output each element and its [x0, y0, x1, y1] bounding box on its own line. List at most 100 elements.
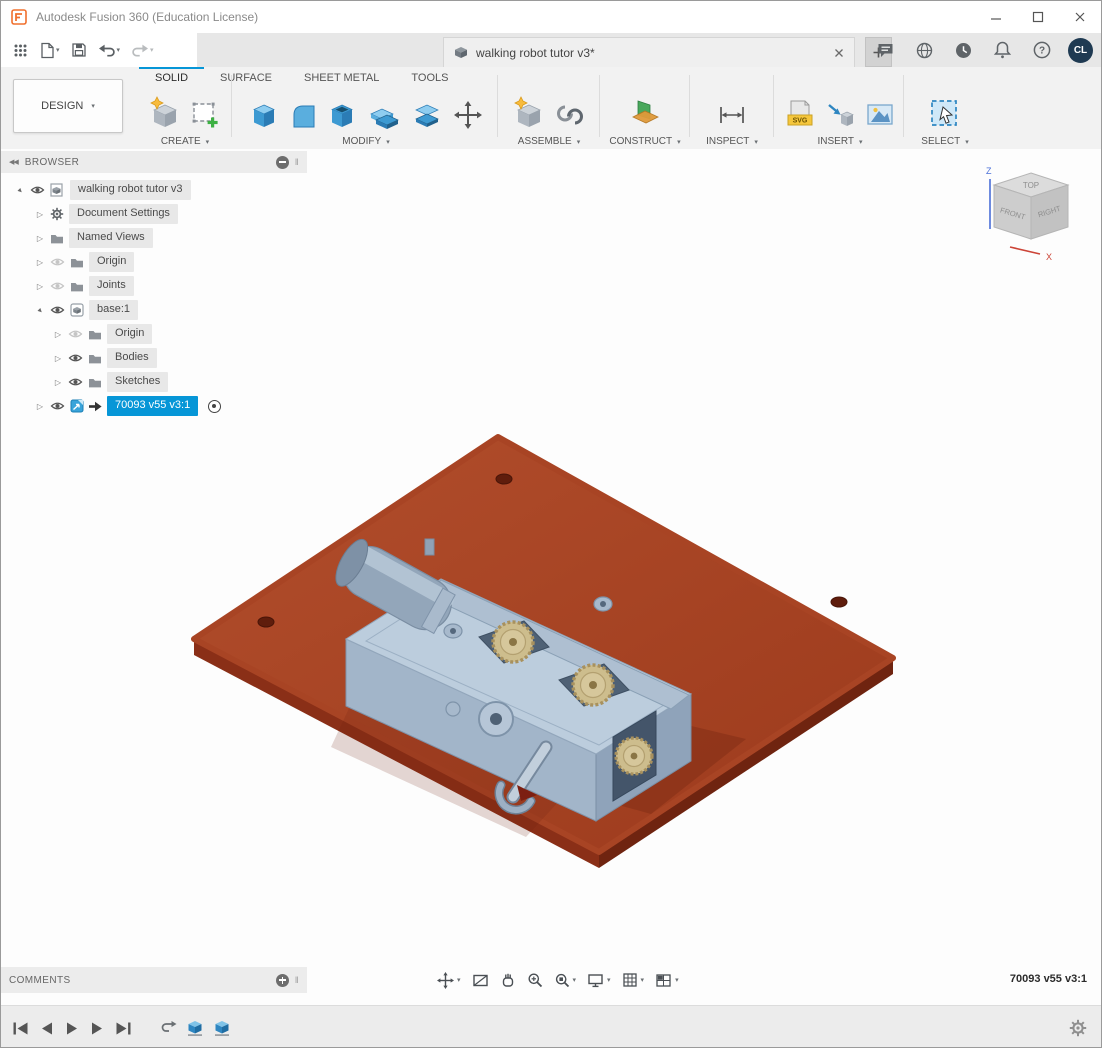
step-forward-button[interactable]	[91, 1022, 103, 1035]
minimize-panel-icon[interactable]	[276, 156, 289, 169]
user-avatar[interactable]: CL	[1068, 38, 1093, 63]
tab-tools[interactable]: TOOLS	[395, 67, 464, 85]
grid-snaps-button[interactable]: ▾	[618, 972, 649, 988]
notifications-button[interactable]	[989, 37, 1016, 63]
shell-button[interactable]	[324, 99, 360, 131]
expand-node-icon[interactable]: ▷	[53, 378, 63, 387]
play-button[interactable]	[66, 1022, 78, 1035]
tree-item-label[interactable]: Named Views	[69, 228, 153, 247]
comments-bar[interactable]: COMMENTS ‖	[1, 967, 307, 993]
expand-node-icon[interactable]: ▷	[53, 330, 63, 339]
close-tab-button[interactable]	[834, 48, 844, 58]
measure-button[interactable]	[713, 99, 751, 131]
timeline-feature-component[interactable]	[213, 1019, 231, 1037]
expand-node-icon[interactable]: ▷	[35, 210, 45, 219]
tree-item-bodies[interactable]: ▷ Bodies	[1, 346, 307, 370]
tree-item-joints[interactable]: ▷ Joints	[1, 274, 307, 298]
group-construct-label[interactable]: CONSTRUCT	[609, 136, 672, 147]
group-inspect-label[interactable]: INSPECT	[706, 136, 749, 147]
visibility-eye-icon[interactable]	[30, 185, 45, 195]
collapse-node-icon[interactable]: ▾	[13, 183, 26, 196]
fit-button[interactable]: ▾	[550, 972, 581, 988]
orbit-button[interactable]: ▾	[433, 972, 465, 989]
ground-indicator-icon[interactable]	[208, 400, 221, 413]
visibility-eye-icon[interactable]	[50, 401, 65, 411]
tree-item-label-selected[interactable]: 70093 v55 v3:1	[107, 396, 198, 415]
press-pull-button[interactable]	[246, 99, 282, 131]
web-button[interactable]	[911, 37, 938, 63]
step-back-button[interactable]	[41, 1022, 53, 1035]
tab-sheet-metal[interactable]: SHEET METAL	[288, 67, 395, 85]
expand-node-icon[interactable]: ▷	[35, 282, 45, 291]
new-body-button[interactable]	[146, 95, 184, 131]
tree-item-label[interactable]: base:1	[89, 300, 138, 319]
tab-solid[interactable]: SOLID	[139, 67, 204, 85]
timeline-feature-component[interactable]	[186, 1019, 204, 1037]
collapse-panel-icon[interactable]: ◀◀	[9, 158, 18, 166]
insert-derive-button[interactable]	[822, 99, 858, 131]
timeline-settings-button[interactable]	[1069, 1019, 1101, 1037]
tree-item-70093[interactable]: ▷ 70093 v55 v3:1	[1, 394, 307, 418]
tree-item-label[interactable]: Origin	[89, 252, 134, 271]
offset-face-button[interactable]	[408, 99, 446, 131]
workspace-selector[interactable]: DESIGN ▾	[13, 79, 123, 133]
group-modify-label[interactable]: MODIFY	[342, 136, 381, 147]
add-comment-icon[interactable]	[276, 974, 289, 987]
tree-item-base[interactable]: ▾ base:1	[1, 298, 307, 322]
tree-item-root[interactable]: ▾ walking robot tutor v3	[1, 178, 307, 202]
group-select-label[interactable]: SELECT	[921, 136, 960, 147]
panel-grip-icon[interactable]: ‖	[295, 157, 299, 167]
timeline-return-button[interactable]	[159, 1020, 177, 1036]
app-grid-button[interactable]	[9, 37, 32, 63]
maximize-button[interactable]	[1017, 1, 1059, 33]
comments-button[interactable]	[872, 37, 899, 63]
collapse-node-icon[interactable]: ▾	[33, 303, 46, 316]
zoom-button[interactable]	[523, 972, 547, 988]
minimize-button[interactable]	[975, 1, 1017, 33]
tree-item-label[interactable]: Origin	[107, 324, 152, 343]
tree-item-document-settings[interactable]: ▷ Document Settings	[1, 202, 307, 226]
look-at-button[interactable]	[468, 973, 493, 988]
construct-plane-button[interactable]	[626, 97, 664, 131]
go-to-end-button[interactable]	[116, 1022, 131, 1035]
group-insert-label[interactable]: INSERT	[817, 136, 854, 147]
tab-surface[interactable]: SURFACE	[204, 67, 288, 85]
tree-item-label[interactable]: Joints	[89, 276, 134, 295]
save-button[interactable]	[67, 37, 91, 63]
fillet-button[interactable]	[286, 99, 320, 131]
undo-button[interactable]: ▾	[94, 37, 125, 63]
tree-item-label[interactable]: Sketches	[107, 372, 168, 391]
combine-button[interactable]	[364, 99, 404, 131]
tree-item-label[interactable]: Bodies	[107, 348, 157, 367]
visibility-eye-off-icon[interactable]	[50, 257, 65, 267]
tree-item-named-views[interactable]: ▷ Named Views	[1, 226, 307, 250]
tree-item-sketches[interactable]: ▷ Sketches	[1, 370, 307, 394]
tree-item-origin[interactable]: ▷ Origin	[1, 250, 307, 274]
group-create-label[interactable]: CREATE	[161, 136, 201, 147]
redo-button[interactable]: ▾	[127, 37, 158, 63]
expand-node-icon[interactable]: ▷	[53, 354, 63, 363]
expand-node-icon[interactable]: ▷	[35, 402, 45, 411]
tree-item-label[interactable]: Document Settings	[69, 204, 178, 223]
view-cube[interactable]: Z TOP FRONT RIGHT X	[976, 161, 1096, 276]
move-copy-button[interactable]	[450, 99, 486, 131]
go-to-start-button[interactable]	[13, 1022, 28, 1035]
visibility-eye-off-icon[interactable]	[50, 281, 65, 291]
group-assemble-label[interactable]: ASSEMBLE	[518, 136, 572, 147]
viewports-button[interactable]: ▾	[651, 973, 683, 988]
close-button[interactable]	[1059, 1, 1101, 33]
visibility-eye-icon[interactable]	[50, 305, 65, 315]
file-menu-button[interactable]: ▾	[35, 37, 64, 63]
visibility-eye-off-icon[interactable]	[68, 329, 83, 339]
visibility-eye-icon[interactable]	[68, 377, 83, 387]
expand-node-icon[interactable]: ▷	[35, 234, 45, 243]
create-sketch-button[interactable]	[188, 97, 224, 131]
pan-button[interactable]	[496, 972, 520, 988]
job-status-button[interactable]	[950, 37, 977, 63]
expand-node-icon[interactable]: ▷	[35, 258, 45, 267]
new-component-button[interactable]	[510, 95, 548, 131]
select-button[interactable]	[926, 97, 964, 131]
display-settings-button[interactable]: ▾	[583, 973, 615, 988]
tree-item-base-origin[interactable]: ▷ Origin	[1, 322, 307, 346]
panel-grip-icon[interactable]: ‖	[295, 975, 299, 985]
